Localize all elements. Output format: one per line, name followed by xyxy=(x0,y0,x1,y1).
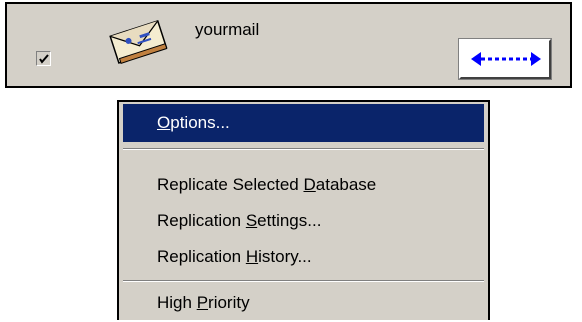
replication-entry-row[interactable]: yourmail xyxy=(5,2,572,88)
replicate-checkbox[interactable] xyxy=(36,51,51,66)
bidirectional-arrow-icon xyxy=(471,52,541,66)
envelope-icon xyxy=(109,19,168,64)
menu-separator xyxy=(123,148,484,150)
database-name: yourmail xyxy=(195,20,260,39)
menu-item-replication-settings[interactable]: Replication Settings... xyxy=(123,202,484,240)
menu-separator xyxy=(123,280,484,282)
menu-item-replicate-selected-database[interactable]: Replicate Selected Database xyxy=(123,166,484,204)
replication-direction-button[interactable] xyxy=(458,38,552,80)
checkmark-icon xyxy=(39,54,49,64)
menu-item-options[interactable]: Options... xyxy=(123,104,484,142)
menu-item-high-priority[interactable]: High Priority xyxy=(123,284,484,322)
menu-item-replication-history[interactable]: Replication History... xyxy=(123,238,484,276)
context-menu: Options... Replicate Selected Database R… xyxy=(117,100,490,320)
